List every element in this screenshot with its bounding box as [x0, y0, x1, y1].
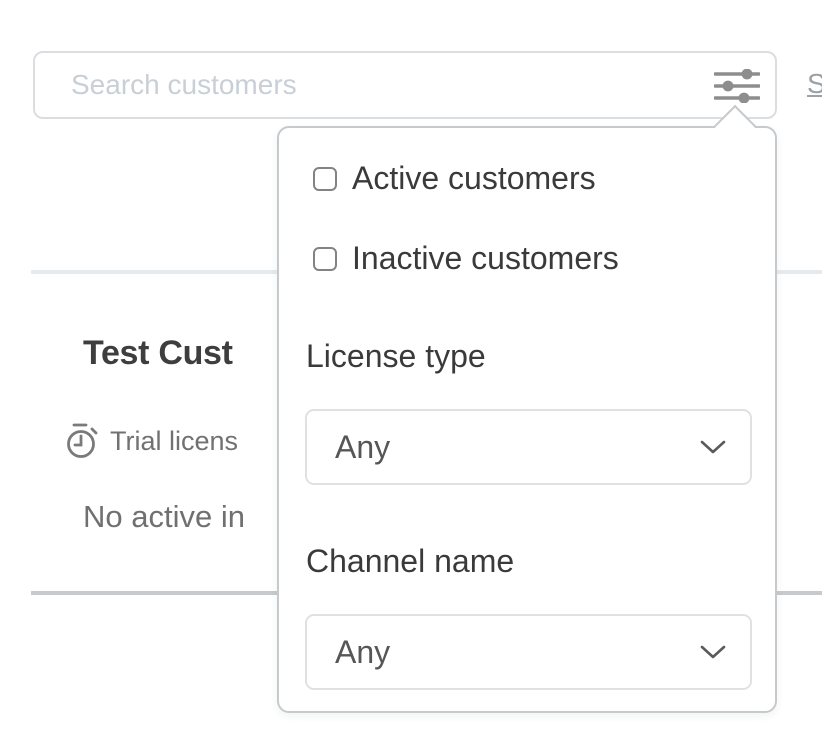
- channel-name-label: Channel name: [306, 543, 514, 580]
- license-text: Trial licens: [110, 426, 238, 457]
- sliders-icon: [714, 69, 760, 103]
- chevron-down-icon: [700, 439, 750, 455]
- channel-name-select-value: Any: [307, 634, 700, 671]
- license-type-select-value: Any: [307, 429, 700, 466]
- chevron-down-icon: [700, 644, 750, 660]
- license-type-label: License type: [306, 338, 486, 375]
- checkbox-active-customers[interactable]: [313, 167, 337, 191]
- filter-popover: Active customers Inactive customers Lice…: [277, 126, 777, 713]
- checkbox-row-active-customers[interactable]: Active customers: [313, 160, 596, 197]
- search-input[interactable]: [35, 53, 775, 117]
- stopwatch-icon: [64, 422, 100, 460]
- license-row: Trial licens: [64, 422, 238, 460]
- search-bar: [33, 51, 777, 119]
- customer-title: Test Cust: [83, 334, 233, 373]
- customer-status-text: No active in: [83, 499, 245, 535]
- partial-right-link[interactable]: S: [807, 68, 822, 100]
- checkbox-label: Active customers: [352, 160, 596, 197]
- checkbox-label: Inactive customers: [352, 240, 619, 277]
- checkbox-inactive-customers[interactable]: [313, 247, 337, 271]
- checkbox-row-inactive-customers[interactable]: Inactive customers: [313, 240, 619, 277]
- license-type-select[interactable]: Any: [305, 409, 752, 485]
- channel-name-select[interactable]: Any: [305, 614, 752, 690]
- filter-button[interactable]: [712, 67, 762, 105]
